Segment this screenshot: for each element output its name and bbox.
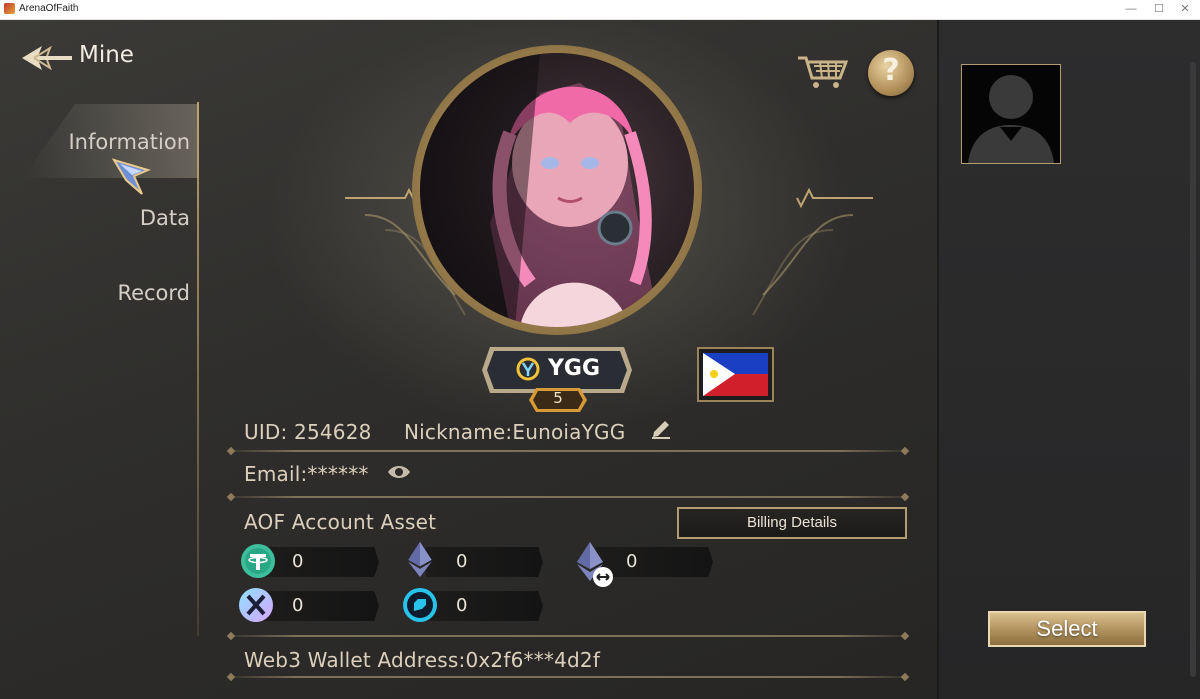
- edit-pencil-icon[interactable]: [650, 418, 672, 440]
- scrollbar-thumb[interactable]: [1190, 62, 1196, 677]
- app-icon: [4, 3, 15, 14]
- wallet-address: Web3 Wallet Address:0x2f6***4d2f: [244, 648, 601, 672]
- avatar-portrait-icon: [420, 53, 660, 327]
- usdt-balance: 0: [292, 551, 304, 572]
- nav-item-record[interactable]: Record: [117, 281, 190, 305]
- imx-balance: 0: [292, 595, 304, 616]
- nav-divider: [197, 102, 199, 636]
- philippines-flag-icon: [703, 353, 768, 396]
- bridged-ethereum-icon: [577, 542, 613, 587]
- divider: [230, 635, 906, 637]
- country-flag[interactable]: [697, 347, 774, 402]
- scrollbar[interactable]: [1190, 62, 1196, 677]
- divider: [230, 450, 906, 452]
- eth-balance: 0: [456, 551, 468, 572]
- immutable-x-icon: [239, 588, 273, 622]
- game-screen: Mine Information Data Record ? YGG 5 UID…: [0, 20, 1200, 699]
- divider: [230, 676, 906, 678]
- bridged-eth-balance: 0: [626, 551, 638, 572]
- player-level: 5: [553, 389, 563, 407]
- usdt-balance-bar: [262, 547, 379, 577]
- asset-title: AOF Account Asset: [244, 510, 437, 534]
- avatar-option[interactable]: [961, 64, 1061, 164]
- divider: [230, 496, 906, 498]
- minimize-button[interactable]: —: [1118, 1, 1144, 17]
- uid-label: UID: 254628: [244, 420, 372, 444]
- window-title: ArenaOfFaith: [19, 3, 79, 14]
- eye-icon[interactable]: [387, 463, 411, 481]
- avatar[interactable]: [420, 53, 694, 327]
- nav-item-information[interactable]: Information: [68, 130, 190, 154]
- guild-name: YGG: [548, 356, 601, 381]
- window-titlebar: ArenaOfFaith — ☐ ✕: [0, 0, 1200, 20]
- maximize-button[interactable]: ☐: [1146, 1, 1172, 17]
- usdt-coin-icon: [241, 544, 275, 578]
- close-button[interactable]: ✕: [1172, 1, 1198, 17]
- imx-balance-bar: [262, 591, 379, 621]
- shopping-cart-icon[interactable]: [796, 54, 848, 90]
- page-title: Mine: [79, 42, 134, 68]
- fist-balance: 0: [456, 595, 468, 616]
- help-button[interactable]: ?: [868, 50, 914, 96]
- nickname-label: Nickname:EunoiaYGG: [404, 420, 626, 444]
- billing-details-button[interactable]: Billing Details: [677, 507, 907, 539]
- compass-star-icon: [112, 158, 151, 195]
- select-button[interactable]: Select: [988, 611, 1146, 647]
- nav-item-data[interactable]: Data: [140, 206, 190, 230]
- default-user-silhouette-icon: [962, 65, 1060, 163]
- ethereum-icon: [408, 541, 432, 577]
- fist-balance-bar: [426, 591, 543, 621]
- fist-token-icon: [403, 588, 437, 622]
- email-label: Email:******: [244, 462, 369, 486]
- question-mark-icon: ?: [882, 53, 900, 88]
- back-arrow-icon[interactable]: [20, 42, 74, 74]
- eth-balance-bar: [426, 547, 543, 577]
